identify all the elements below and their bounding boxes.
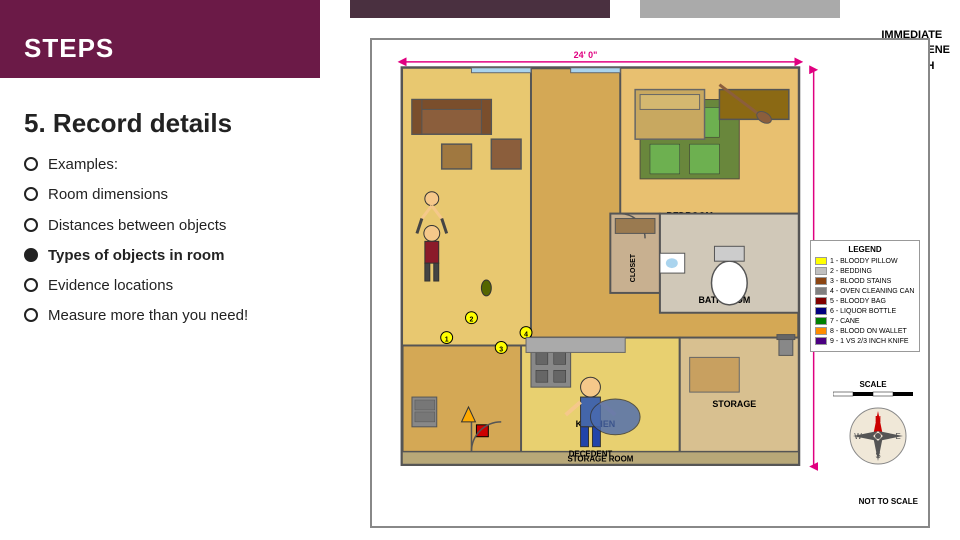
svg-text:S: S	[875, 451, 880, 460]
bullet-distances: Distances between objects	[24, 216, 344, 236]
bullet-circle-examples	[24, 157, 38, 171]
svg-text:CLOSET: CLOSET	[630, 253, 637, 282]
bar-gap1	[320, 0, 350, 18]
bar-dark	[350, 0, 610, 18]
legend-color-3	[815, 277, 827, 285]
content-area: 5. Record details Examples: Room dimensi…	[0, 18, 960, 540]
svg-text:1: 1	[445, 337, 449, 344]
bullet-types: Types of objects in room	[24, 246, 344, 266]
bullet-circle-types	[24, 248, 38, 262]
legend-color-2	[815, 267, 827, 275]
bullet-examples: Examples:	[24, 155, 344, 175]
legend-item-6: 6 - LIQUOR BOTTLE	[815, 307, 915, 315]
legend-color-9	[815, 337, 827, 345]
top-bars	[0, 0, 960, 18]
bullet-circle-measure	[24, 308, 38, 322]
legend-box: LEGEND 1 - BLOODY PILLOW 2 - BEDDING 3 -…	[810, 240, 920, 352]
bullet-evidence: Evidence locations	[24, 276, 344, 296]
svg-text:3: 3	[499, 346, 503, 353]
right-panel: IMMEDIATE CRIME SCENE SKETCH 24' 0" 24' …	[360, 18, 960, 540]
bullet-circle-room	[24, 187, 38, 201]
bar-purple	[0, 0, 320, 18]
bullet-circle-distances	[24, 218, 38, 232]
legend-color-8	[815, 327, 827, 335]
legend-item-7: 7 - CANE	[815, 317, 915, 325]
legend-item-1: 1 - BLOODY PILLOW	[815, 257, 915, 265]
svg-text:N: N	[875, 415, 881, 424]
svg-text:24' 0": 24' 0"	[574, 50, 598, 60]
sketch-container: 24' 0" 24' 0"	[370, 38, 930, 528]
svg-text:W: W	[854, 432, 862, 441]
legend-item-3: 3 - BLOOD STAINS	[815, 277, 915, 285]
scale-label: SCALE	[833, 380, 913, 401]
legend-title: LEGEND	[815, 245, 915, 254]
bar-gray	[640, 0, 840, 18]
legend-color-6	[815, 307, 827, 315]
bullet-measure: Measure more than you need!	[24, 306, 344, 326]
legend-item-9: 9 - 1 VS 2/3 INCH KNIFE	[815, 337, 915, 345]
legend-color-1	[815, 257, 827, 265]
bullet-room-dimensions: Room dimensions	[24, 185, 344, 205]
legend-color-4	[815, 287, 827, 295]
bullet-list: Examples: Room dimensions Distances betw…	[24, 155, 344, 327]
legend-color-7	[815, 317, 827, 325]
legend-color-5	[815, 297, 827, 305]
svg-text:DECEDENT: DECEDENT	[569, 450, 613, 459]
bar-gap2	[610, 0, 640, 18]
svg-text:STORAGE: STORAGE	[712, 399, 756, 409]
legend-item-2: 2 - BEDDING	[815, 267, 915, 275]
compass-rose: N S E W	[848, 406, 908, 466]
legend-item-5: 5 - BLOODY BAG	[815, 297, 915, 305]
svg-text:2: 2	[470, 317, 474, 324]
legend-item-8: 8 - BLOOD ON WALLET	[815, 327, 915, 335]
left-panel: 5. Record details Examples: Room dimensi…	[0, 18, 360, 540]
legend-item-4: 4 - OVEN CLEANING CAN	[815, 287, 915, 295]
section-title: 5. Record details	[24, 108, 344, 139]
bullet-circle-evidence	[24, 278, 38, 292]
svg-text:E: E	[895, 432, 900, 441]
not-to-scale-label: NOT TO SCALE	[859, 497, 918, 506]
